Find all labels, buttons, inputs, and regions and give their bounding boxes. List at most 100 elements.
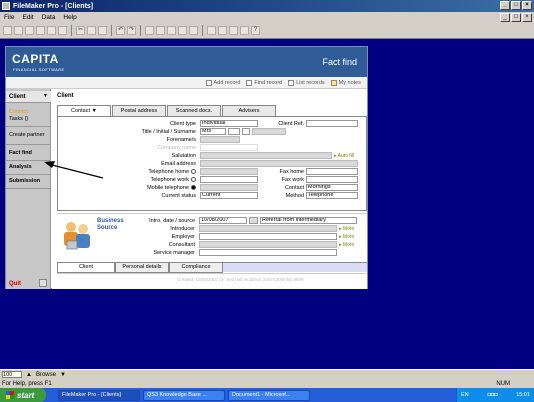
sidebar-item-fact-find[interactable]: Fact find xyxy=(9,150,32,156)
menu-data[interactable]: Data xyxy=(38,14,60,21)
consultant-more-button[interactable]: ▸ More xyxy=(339,242,354,248)
tab-scanned-docs[interactable]: Scanned docs. xyxy=(167,105,221,116)
title-field[interactable]: Mrs xyxy=(200,128,226,135)
menu-edit[interactable]: Edit xyxy=(18,14,37,21)
sidebar-item-submission[interactable]: Submission xyxy=(9,178,40,184)
method-field[interactable]: Telephone xyxy=(306,192,358,199)
employer-more-button[interactable]: ▸ More xyxy=(339,234,354,240)
taskbar-item-filemaker[interactable]: FileMaker Pro - [Clients] xyxy=(58,389,140,401)
find-icon xyxy=(246,79,253,86)
print-icon[interactable] xyxy=(36,26,45,35)
tray-icons[interactable]: ◘◘◘ xyxy=(487,392,497,398)
tab-client[interactable]: Client xyxy=(57,263,115,273)
close-button[interactable]: × xyxy=(522,1,532,10)
introducer-label: Introducer xyxy=(170,226,195,232)
mode-selector[interactable]: Browse xyxy=(36,372,56,378)
telephone-work-field[interactable] xyxy=(200,176,258,183)
duplicate-icon[interactable] xyxy=(156,26,165,35)
mode-dropdown-icon[interactable]: ▼ xyxy=(60,372,66,378)
clock[interactable]: 15:01 xyxy=(516,392,530,398)
chart-icon[interactable] xyxy=(229,26,238,35)
telephone-home-radio[interactable] xyxy=(191,169,196,175)
tab-advisers[interactable]: Advisers xyxy=(222,105,276,116)
email-field[interactable] xyxy=(200,160,358,167)
client-type-field[interactable]: Individual xyxy=(200,120,258,127)
new-icon[interactable] xyxy=(3,26,12,35)
undo-icon[interactable]: ↶ xyxy=(116,26,125,35)
cut-icon[interactable]: ✂ xyxy=(76,26,85,35)
employer-field[interactable] xyxy=(199,233,337,240)
num-lock-indicator: NUM xyxy=(496,380,510,387)
mdi-close-button[interactable]: × xyxy=(522,13,532,22)
telephone-home-label: Telephone home xyxy=(128,169,196,175)
title-dropdown[interactable] xyxy=(228,128,240,135)
sort-icon[interactable] xyxy=(189,26,198,35)
list-records-button[interactable]: List records xyxy=(288,79,325,86)
salutation-field[interactable] xyxy=(200,152,332,159)
find-icon[interactable] xyxy=(178,26,187,35)
consultant-field[interactable] xyxy=(199,241,337,248)
paste-icon[interactable] xyxy=(98,26,107,35)
quit-button[interactable]: Quit xyxy=(9,281,21,287)
delete-icon[interactable] xyxy=(167,26,176,35)
tab-personal-details[interactable]: Personal details xyxy=(115,263,169,273)
mobile-telephone-field[interactable] xyxy=(200,184,258,191)
intro-source-field[interactable]: Referral from intermediary xyxy=(260,217,357,224)
surname-field[interactable] xyxy=(252,128,286,135)
calendar-icon[interactable] xyxy=(249,217,258,224)
maximize-button[interactable]: □ xyxy=(511,1,521,10)
tab-contact[interactable]: Contact ▼ xyxy=(57,105,111,116)
mobile-telephone-radio[interactable] xyxy=(191,185,196,191)
contact-field[interactable]: Mornings xyxy=(306,184,358,191)
copy-icon[interactable] xyxy=(87,26,96,35)
introducer-more-button[interactable]: ▸ More xyxy=(339,226,354,232)
minimize-button[interactable]: _ xyxy=(500,1,510,10)
taskbar-item-document1[interactable]: Document1 - Microsof... xyxy=(228,389,310,401)
telephone-work-radio[interactable] xyxy=(191,177,196,183)
mdi-minimize-button[interactable]: _ xyxy=(500,13,510,22)
tab-compliance[interactable]: Compliance xyxy=(169,263,223,273)
sidebar-item-tasks[interactable]: Tasks () xyxy=(9,116,28,122)
taskbar-item-knowledge-base[interactable]: QS3 Knowledge Base ... xyxy=(143,389,225,401)
open-icon[interactable] xyxy=(14,26,23,35)
help-icon[interactable]: ? xyxy=(251,26,260,35)
sidebar-item-create-partner[interactable]: Create partner xyxy=(9,132,44,138)
main-panel: Client Contact ▼ Postal address Scanned … xyxy=(52,89,367,289)
table-icon[interactable] xyxy=(218,26,227,35)
introducer-field[interactable] xyxy=(199,225,337,232)
start-button[interactable]: start xyxy=(0,388,46,402)
menu-help[interactable]: Help xyxy=(59,14,80,21)
my-notes-button[interactable]: My notes xyxy=(330,79,361,86)
zoom-level[interactable]: 100 xyxy=(2,371,22,378)
spell-icon[interactable] xyxy=(58,26,67,35)
auto-fill-button[interactable]: ▸ Auto fill xyxy=(334,153,354,159)
layout-icon[interactable] xyxy=(207,26,216,35)
telephone-home-field[interactable] xyxy=(200,168,258,175)
add-record-button[interactable]: Add record xyxy=(205,79,240,86)
intro-date-field[interactable]: 10/08/2007 xyxy=(199,217,247,224)
find-record-button[interactable]: Find record xyxy=(246,79,282,86)
client-ref-field[interactable] xyxy=(306,120,358,127)
zoom-in-icon[interactable]: ▲ xyxy=(26,372,32,378)
script-icon[interactable] xyxy=(240,26,249,35)
redo-icon[interactable]: ↷ xyxy=(127,26,136,35)
initial-field[interactable] xyxy=(242,128,250,135)
fax-home-field[interactable] xyxy=(306,168,358,175)
menu-file[interactable]: File xyxy=(0,14,18,21)
language-indicator[interactable]: EN xyxy=(461,392,469,398)
current-status-field[interactable]: Current xyxy=(200,192,258,199)
forenames-field[interactable] xyxy=(200,136,240,143)
new-record-icon[interactable] xyxy=(145,26,154,35)
fax-work-field[interactable] xyxy=(306,176,358,183)
sidebar-client-dropdown[interactable]: Client ▼ xyxy=(6,91,51,103)
sidebar-item-contact[interactable]: Contact xyxy=(9,109,28,115)
service-manager-field[interactable] xyxy=(199,249,337,256)
mdi-restore-button[interactable]: □ xyxy=(511,13,521,22)
client-type-label: Client type xyxy=(170,121,196,127)
client-ref-label: Client Ref. xyxy=(278,121,304,127)
company-name-field[interactable] xyxy=(200,144,258,151)
preview-icon[interactable] xyxy=(47,26,56,35)
save-icon[interactable] xyxy=(25,26,34,35)
sidebar-item-analysis[interactable]: Analysis xyxy=(9,164,32,170)
tab-postal-address[interactable]: Postal address xyxy=(112,105,166,116)
